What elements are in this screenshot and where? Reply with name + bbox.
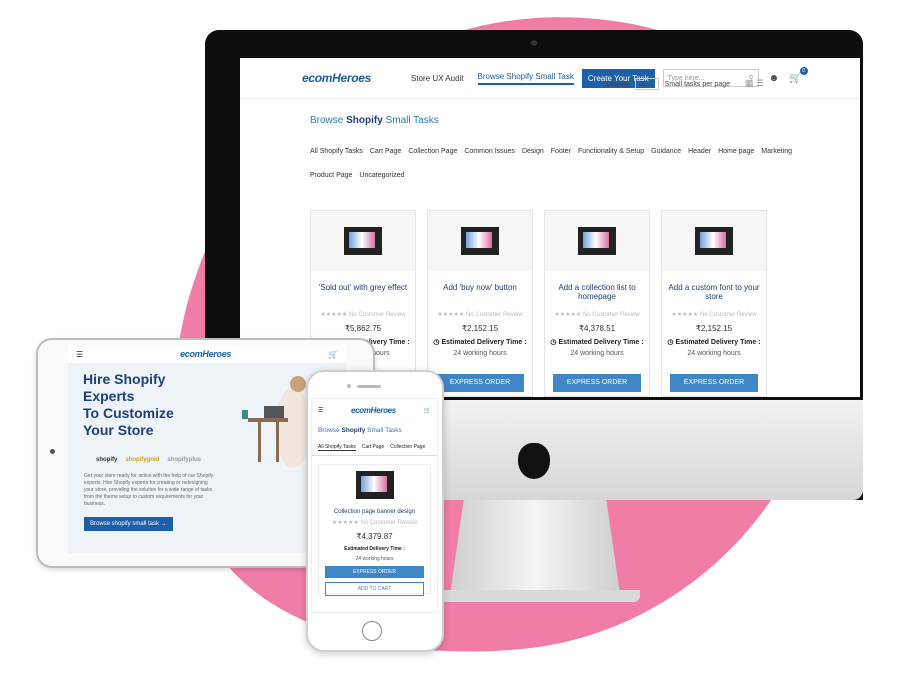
card-price: ₹2,152.15: [695, 324, 733, 333]
phone-screen: ☰ ecomHeroes 🛒 Browse Shopify Small Task…: [311, 398, 438, 613]
phone-page-title: Browse Shopify Small Tasks: [318, 427, 402, 434]
category-link[interactable]: Cart Page: [370, 148, 402, 155]
display-label: Display: [606, 80, 630, 88]
card-image: [545, 211, 649, 271]
task-card[interactable]: Add a collection list to homepage ★★★★★ …: [544, 210, 650, 397]
apple-logo-icon: [518, 443, 550, 479]
phone-task-card[interactable]: Collection page banner design ★★★★★ No C…: [318, 464, 431, 596]
task-card[interactable]: Add a custom font to your store ★★★★★ No…: [661, 210, 767, 397]
hero-description: Get your store ready for action with the…: [84, 473, 214, 507]
category-link[interactable]: Marketing: [761, 148, 792, 155]
tablet-home-button[interactable]: [50, 449, 55, 454]
category-link[interactable]: Uncategorized: [359, 172, 404, 179]
shopify-brands: shopify shopifygold shopifyplus: [96, 457, 202, 463]
category-link[interactable]: Design: [522, 148, 544, 155]
category-link[interactable]: Header: [688, 148, 711, 155]
card-price: ₹4,378.51: [578, 324, 616, 333]
imac-base: [430, 590, 640, 602]
category-link[interactable]: All Shopify Tasks: [310, 148, 363, 155]
imac-camera: [531, 40, 537, 46]
phone-cart-icon[interactable]: 🛒: [424, 407, 431, 414]
card-delivery: ◷ Estimated Delivery Time :: [667, 339, 761, 346]
card-price: ₹2,152.15: [461, 324, 499, 333]
phone-express-order-button[interactable]: EXPRESS ORDER: [325, 566, 424, 578]
card-rating: ★★★★★ No Customer Review: [554, 312, 640, 318]
card-rating: ★★★★★ No Customer Review: [671, 312, 757, 318]
clock-icon: ◷: [550, 339, 557, 346]
phone-tab-all[interactable]: All Shopify Tasks: [318, 444, 356, 451]
cart-badge: 0: [799, 66, 808, 75]
menu-icon[interactable]: ☰: [76, 350, 83, 359]
card-rating: ★★★★★ No Customer Review: [320, 312, 406, 318]
category-link[interactable]: Footer: [551, 148, 571, 155]
card-hours: 24 working hours: [687, 350, 741, 357]
clock-icon: ◷: [667, 339, 674, 346]
express-order-button[interactable]: EXPRESS ORDER: [436, 374, 524, 392]
card-hours: 24 working hours: [570, 350, 624, 357]
tablet-screen: ☰ ecomHeroes 🛒 Hire Shopify Experts To Cus…: [68, 345, 346, 553]
cart-icon[interactable]: 🛒 0: [789, 66, 808, 84]
tablet-cart-icon[interactable]: 🛒: [328, 350, 338, 359]
card-title[interactable]: 'Sold out' with grey effect: [311, 271, 415, 307]
list-view-icon[interactable]: ☰: [756, 78, 764, 88]
card-rating: ★★★★★ No Customer Review: [437, 312, 523, 318]
hero-heading: Hire Shopify Experts To Customize Your Stor…: [83, 371, 174, 438]
phone-card-rating: ★★★★★ No Customer Review: [331, 520, 418, 526]
tablet-logo[interactable]: ecomHeroes: [180, 349, 231, 359]
category-link[interactable]: Common Issues: [464, 148, 515, 155]
phone-card-delivery: Estimated Delivery Time :: [344, 546, 405, 552]
imac-stand: [450, 500, 620, 595]
task-card[interactable]: Add 'buy now' button ★★★★★ No Customer R…: [427, 210, 533, 397]
view-toggle: ▦ ☰: [745, 78, 764, 89]
heading-row: Browse Shopify Small Tasks: [240, 99, 860, 126]
phone-home-button[interactable]: [362, 621, 382, 641]
phone-category-tabs: All Shopify Tasks Cart Page Collection P…: [312, 440, 437, 456]
card-delivery: ◷ Estimated Delivery Time :: [433, 339, 527, 346]
browse-small-task-button[interactable]: Browse shopify small task →: [84, 517, 173, 531]
task-cards: 'Sold out' with grey effect ★★★★★ No Cus…: [310, 210, 767, 397]
card-delivery: ◷ Estimated Delivery Time :: [550, 339, 644, 346]
card-hours: 24 working hours: [453, 350, 507, 357]
category-link[interactable]: Collection Page: [408, 148, 457, 155]
card-image: [662, 211, 766, 271]
per-page-select[interactable]: 12 ⌄: [635, 78, 659, 90]
display-control: Display 12 ⌄ Small tasks per page: [606, 78, 730, 90]
express-order-button[interactable]: EXPRESS ORDER: [670, 374, 758, 392]
phone-tab-cart[interactable]: Cart Page: [362, 444, 385, 451]
page-title: Browse Shopify Small Tasks: [310, 115, 439, 126]
nav-store-ux-audit[interactable]: Store UX Audit: [411, 74, 463, 83]
user-icon[interactable]: ☻: [769, 73, 780, 84]
phone-speaker: [357, 385, 381, 388]
phone-card-image: [319, 465, 430, 505]
phone-tab-collection[interactable]: Collection Page: [390, 444, 425, 451]
phone-camera: [347, 384, 351, 388]
card-image: [311, 211, 415, 271]
card-title[interactable]: Add a custom font to your store: [662, 271, 766, 307]
desktop-navbar: ecomHeroes Store UX Audit Browse Shopify…: [240, 58, 860, 99]
phone-logo[interactable]: ecomHeroes: [351, 406, 396, 415]
tablet-navbar: ☰ ecomHeroes 🛒: [68, 345, 346, 363]
phone-card-hours: 24 working hours: [355, 556, 394, 562]
nav-browse-small-task[interactable]: Browse Shopify Small Task: [477, 72, 574, 85]
category-link[interactable]: Functionality & Setup: [578, 148, 644, 155]
card-price: ₹5,862.75: [344, 324, 382, 333]
grid-view-icon[interactable]: ▦: [745, 78, 754, 88]
category-link[interactable]: Home page: [718, 148, 754, 155]
clock-icon: ◷: [433, 339, 440, 346]
phone-add-to-cart-button[interactable]: ADD TO CART: [325, 582, 424, 596]
category-link[interactable]: Guidance: [651, 148, 681, 155]
phone-card-price: ₹4,379.87: [356, 532, 393, 541]
card-title[interactable]: Add 'buy now' button: [428, 271, 532, 307]
category-filter: All Shopify Tasks Cart Page Collection Pag…: [240, 126, 860, 179]
category-link[interactable]: Product Page: [310, 172, 352, 179]
card-image: [428, 211, 532, 271]
per-page-label: Small tasks per page: [664, 80, 730, 88]
express-order-button[interactable]: EXPRESS ORDER: [553, 374, 641, 392]
logo[interactable]: ecomHeroes: [302, 71, 371, 85]
phone-menu-icon[interactable]: ☰: [318, 407, 323, 414]
phone-navbar: ☰ ecomHeroes 🛒: [312, 399, 437, 421]
card-title[interactable]: Add a collection list to homepage: [545, 271, 649, 307]
phone-card-title[interactable]: Collection page banner design: [319, 509, 430, 515]
